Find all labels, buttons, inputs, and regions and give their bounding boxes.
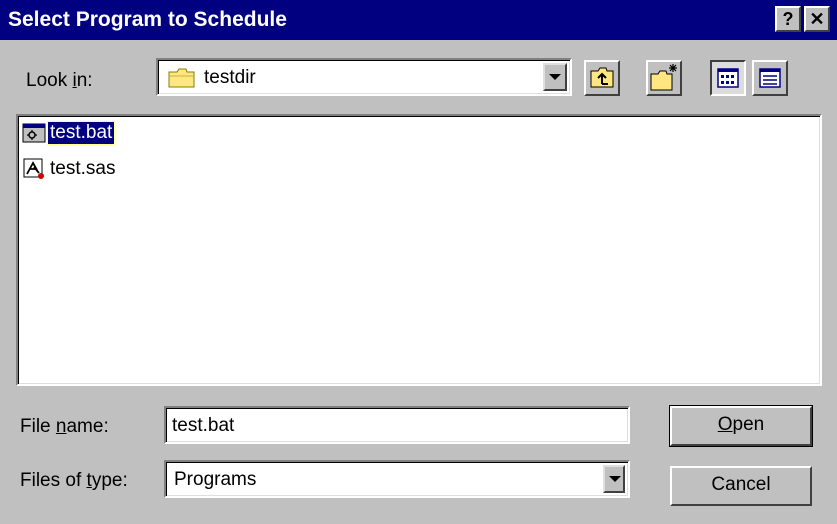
up-one-level-button[interactable]	[584, 60, 620, 96]
file-name-label: File name:	[20, 416, 109, 437]
file-name-value: test.bat	[172, 415, 235, 436]
file-name: test.bat	[46, 121, 116, 145]
look-in-dropdown-button[interactable]	[543, 63, 567, 91]
files-of-type-label: Files of type:	[20, 470, 128, 491]
cancel-button[interactable]: Cancel	[670, 466, 812, 506]
window-title: Select Program to Schedule	[8, 8, 287, 31]
details-view-button[interactable]	[752, 60, 788, 96]
new-folder-icon	[650, 64, 677, 91]
files-of-type-value: Programs	[174, 469, 257, 490]
help-button[interactable]: ?	[775, 6, 801, 32]
look-in-combo[interactable]: testdir	[156, 58, 572, 96]
files-of-type-combo[interactable]: Programs	[164, 460, 630, 498]
create-new-folder-button[interactable]	[646, 60, 682, 96]
look-in-label: Look in:	[26, 70, 93, 91]
look-in-value: testdir	[204, 67, 256, 88]
list-view-button[interactable]	[710, 60, 746, 96]
file-name: test.sas	[50, 158, 116, 179]
batch-file-icon	[22, 123, 46, 143]
sas-program-icon	[23, 158, 44, 179]
folder-up-icon	[590, 67, 614, 88]
file-list[interactable]: test.bat test.sas	[16, 114, 822, 386]
folder-icon	[168, 68, 195, 88]
file-name-field[interactable]: test.bat	[164, 406, 630, 444]
open-button[interactable]: Open	[669, 405, 813, 447]
close-button[interactable]: ✕	[804, 6, 830, 32]
details-view-icon	[759, 68, 781, 88]
list-view-icon	[717, 68, 739, 88]
title-bar: Select Program to Schedule ? ✕	[0, 0, 837, 40]
files-of-type-dropdown-button[interactable]	[603, 465, 625, 493]
